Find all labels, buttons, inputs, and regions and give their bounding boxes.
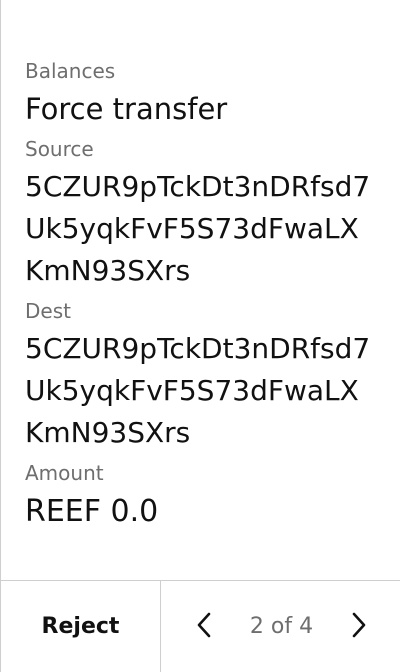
source-label: Source (25, 137, 94, 161)
source-address: 5CZUR9pTckDt3nDRfsd7Uk5yqkFvF5S73dFwaLXK… (25, 170, 371, 287)
amount-label: Amount (25, 461, 104, 485)
action-footer: Reject 2 of 4 (1, 580, 400, 672)
chevron-left-icon (196, 611, 212, 643)
page-indicator: 2 of 4 (249, 614, 314, 639)
dest-address: 5CZUR9pTckDt3nDRfsd7Uk5yqkFvF5S73dFwaLXK… (25, 332, 371, 449)
reject-button[interactable]: Reject (1, 581, 161, 672)
pager: 2 of 4 (161, 581, 400, 672)
module-name: Balances (25, 59, 116, 83)
amount-value: REEF 0.0 (25, 494, 159, 529)
dest-label: Dest (25, 299, 71, 323)
transaction-review-screen: Balances Force transfer Source 5CZUR9pTc… (0, 0, 400, 672)
previous-page-button[interactable] (191, 609, 217, 645)
transaction-details: Balances Force transfer Source 5CZUR9pTc… (25, 56, 384, 532)
chevron-right-icon (351, 611, 367, 643)
next-page-button[interactable] (346, 609, 372, 645)
method-title: Force transfer (25, 92, 228, 126)
